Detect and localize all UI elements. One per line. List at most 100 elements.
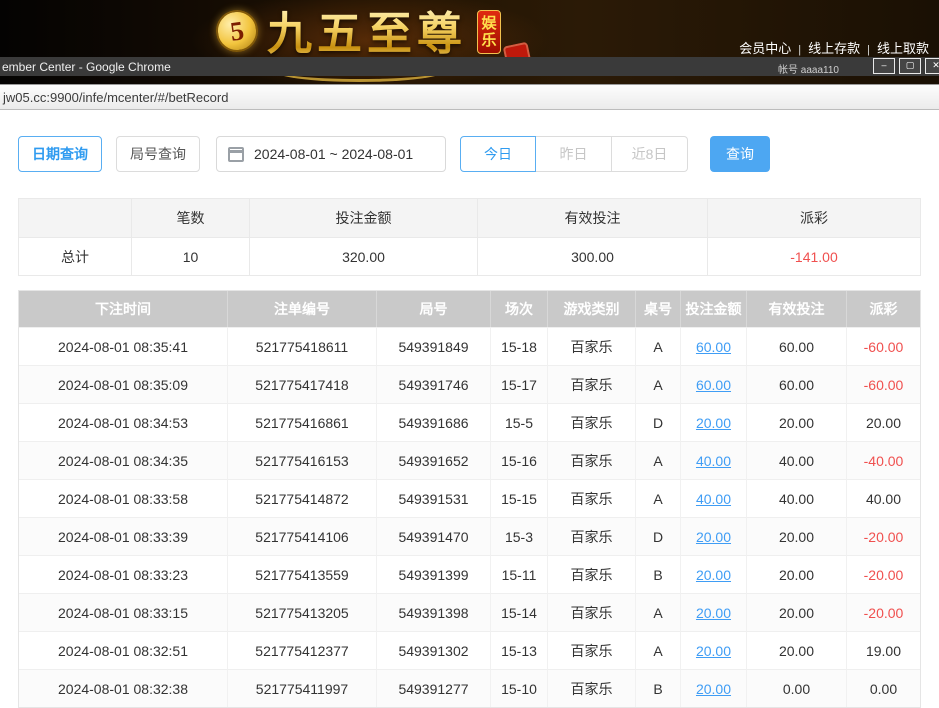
table-row: 2024-08-01 08:32:51521775412377549391302… — [19, 631, 920, 669]
bet-id-cell: 521775413205 — [227, 593, 376, 631]
table-no-cell: A — [635, 631, 680, 669]
bet-id-cell: 521775414872 — [227, 479, 376, 517]
valid-bet-cell: 20.00 — [746, 517, 846, 555]
game-type-cell: 百家乐 — [547, 593, 635, 631]
table-row: 2024-08-01 08:35:41521775418611549391849… — [19, 327, 920, 365]
bet-amount-cell: 20.00 — [680, 593, 746, 631]
session-cell: 15-3 — [490, 517, 547, 555]
coin-icon: 5 — [213, 7, 260, 54]
valid-bet-cell: 20.00 — [746, 593, 846, 631]
search-button[interactable]: 查询 — [710, 136, 770, 172]
url-text[interactable]: jw05.cc:9900/infe/mcenter/#/betRecord — [0, 90, 228, 105]
filter-bar: 日期查询 局号查询 2024-08-01 ~ 2024-08-01 今日 昨日 … — [18, 136, 921, 172]
yesterday-button[interactable]: 昨日 — [536, 136, 612, 172]
payout-cell: -20.00 — [846, 593, 920, 631]
bet-id-cell: 521775416153 — [227, 441, 376, 479]
nav-separator: | — [867, 44, 870, 56]
column-header-round-id: 局号 — [376, 291, 490, 327]
browser-titlebar: ember Center - Google Chrome 帐号 aaaa110 … — [0, 57, 939, 76]
payout-cell: -20.00 — [846, 555, 920, 593]
minimize-button[interactable]: – — [873, 58, 895, 74]
maximize-button[interactable]: ▢ — [899, 58, 921, 74]
valid-bet-cell: 0.00 — [746, 669, 846, 707]
window-controls: – ▢ ✕ — [873, 58, 939, 74]
payout-cell: -60.00 — [846, 327, 920, 365]
bet-time-cell: 2024-08-01 08:33:23 — [19, 555, 227, 593]
round-id-cell: 549391302 — [376, 631, 490, 669]
table-no-cell: A — [635, 441, 680, 479]
game-type-cell: 百家乐 — [547, 441, 635, 479]
valid-bet-cell: 60.00 — [746, 327, 846, 365]
date-query-tab[interactable]: 日期查询 — [18, 136, 102, 172]
table-no-cell: B — [635, 669, 680, 707]
summary-total-label: 总计 — [19, 237, 131, 275]
session-cell: 15-14 — [490, 593, 547, 631]
valid-bet-cell: 40.00 — [746, 479, 846, 517]
bet-amount-link[interactable]: 20.00 — [696, 681, 731, 697]
payout-cell: 19.00 — [846, 631, 920, 669]
summary-count-value: 10 — [131, 237, 249, 275]
session-cell: 15-11 — [490, 555, 547, 593]
bet-id-cell: 521775418611 — [227, 327, 376, 365]
header-nav: 会员中心|线上存款|线上取款 — [739, 38, 929, 57]
bet-amount-link[interactable]: 20.00 — [696, 529, 731, 545]
table-row: 2024-08-01 08:34:53521775416861549391686… — [19, 403, 920, 441]
column-header-bet-id: 注单编号 — [227, 291, 376, 327]
column-header-valid-bet: 有效投注 — [746, 291, 846, 327]
round-id-cell: 549391277 — [376, 669, 490, 707]
bet-id-cell: 521775411997 — [227, 669, 376, 707]
today-button[interactable]: 今日 — [460, 136, 536, 172]
bet-amount-link[interactable]: 60.00 — [696, 339, 731, 355]
bet-time-cell: 2024-08-01 08:35:41 — [19, 327, 227, 365]
payout-cell: 20.00 — [846, 403, 920, 441]
bet-time-cell: 2024-08-01 08:34:53 — [19, 403, 227, 441]
table-row: 2024-08-01 08:33:15521775413205549391398… — [19, 593, 920, 631]
bet-amount-link[interactable]: 20.00 — [696, 415, 731, 431]
summary-valid-bet-value: 300.00 — [477, 237, 707, 275]
session-cell: 15-16 — [490, 441, 547, 479]
column-header-table-no: 桌号 — [635, 291, 680, 327]
bet-id-cell: 521775414106 — [227, 517, 376, 555]
bet-amount-cell: 60.00 — [680, 365, 746, 403]
game-type-cell: 百家乐 — [547, 365, 635, 403]
game-type-cell: 百家乐 — [547, 517, 635, 555]
bet-amount-link[interactable]: 60.00 — [696, 377, 731, 393]
calendar-icon — [228, 147, 244, 162]
bet-record-table: 下注时间注单编号局号场次游戏类别桌号投注金额有效投注派彩 2024-08-01 … — [18, 290, 921, 708]
bet-amount-cell: 20.00 — [680, 517, 746, 555]
session-cell: 15-10 — [490, 669, 547, 707]
nav-withdraw-link[interactable]: 线上取款 — [877, 41, 929, 56]
bet-id-cell: 521775417418 — [227, 365, 376, 403]
bet-time-cell: 2024-08-01 08:33:58 — [19, 479, 227, 517]
round-query-tab[interactable]: 局号查询 — [116, 136, 200, 172]
nav-deposit-link[interactable]: 线上存款 — [808, 41, 860, 56]
bet-record-page: 日期查询 局号查询 2024-08-01 ~ 2024-08-01 今日 昨日 … — [0, 110, 939, 708]
bet-amount-link[interactable]: 40.00 — [696, 453, 731, 469]
summary-header-bet-amount: 投注金额 — [249, 199, 477, 237]
bet-time-cell: 2024-08-01 08:32:38 — [19, 669, 227, 707]
bet-amount-link[interactable]: 20.00 — [696, 567, 731, 583]
last8days-button[interactable]: 近8日 — [612, 136, 688, 172]
table-row: 2024-08-01 08:35:09521775417418549391746… — [19, 365, 920, 403]
date-range-input[interactable]: 2024-08-01 ~ 2024-08-01 — [216, 136, 446, 172]
bet-amount-link[interactable]: 20.00 — [696, 605, 731, 621]
bet-amount-cell: 20.00 — [680, 669, 746, 707]
close-button[interactable]: ✕ — [925, 58, 939, 74]
table-row: 2024-08-01 08:33:58521775414872549391531… — [19, 479, 920, 517]
table-no-cell: B — [635, 555, 680, 593]
column-header-bet-time: 下注时间 — [19, 291, 227, 327]
window-title: ember Center - Google Chrome — [0, 60, 171, 74]
bet-amount-cell: 60.00 — [680, 327, 746, 365]
session-cell: 15-5 — [490, 403, 547, 441]
browser-urlbar[interactable]: jw05.cc:9900/infe/mcenter/#/betRecord — [0, 84, 939, 110]
summary-header-valid-bet: 有效投注 — [477, 199, 707, 237]
bet-time-cell: 2024-08-01 08:33:39 — [19, 517, 227, 555]
round-id-cell: 549391470 — [376, 517, 490, 555]
nav-member-center-link[interactable]: 会员中心 — [739, 41, 791, 56]
bet-amount-cell: 20.00 — [680, 555, 746, 593]
round-id-cell: 549391652 — [376, 441, 490, 479]
payout-cell: 0.00 — [846, 669, 920, 707]
bet-amount-link[interactable]: 40.00 — [696, 491, 731, 507]
bet-amount-link[interactable]: 20.00 — [696, 643, 731, 659]
game-type-cell: 百家乐 — [547, 555, 635, 593]
